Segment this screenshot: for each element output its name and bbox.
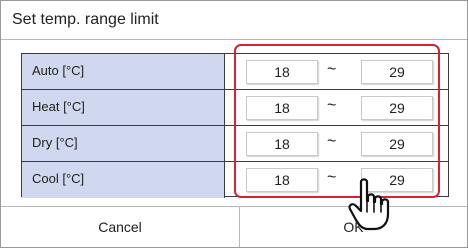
temp-range-dialog: Set temp. range limit Auto [°C] 18 ~ 29 …	[0, 0, 468, 248]
row-label-cool: Cool [°C]	[22, 162, 225, 198]
dialog-title: Set temp. range limit	[12, 11, 159, 28]
auto-min-field[interactable]: 18	[246, 60, 318, 84]
range-row-dry: Dry [°C] 18 ~ 29	[22, 126, 448, 162]
range-separator: ~	[327, 169, 337, 186]
range-separator: ~	[327, 97, 337, 114]
cool-max-field[interactable]: 29	[361, 168, 433, 192]
cancel-button[interactable]: Cancel	[1, 207, 239, 247]
row-label-heat: Heat [°C]	[22, 90, 225, 125]
dry-max-field[interactable]: 29	[361, 132, 433, 156]
range-separator: ~	[327, 61, 337, 78]
range-row-auto: Auto [°C] 18 ~ 29	[22, 54, 448, 90]
cool-min-field[interactable]: 18	[246, 168, 318, 192]
auto-max-field[interactable]: 29	[361, 60, 433, 84]
ok-button[interactable]: OK	[240, 207, 467, 247]
dry-min-field[interactable]: 18	[246, 132, 318, 156]
heat-max-field[interactable]: 29	[361, 96, 433, 120]
row-label-dry: Dry [°C]	[22, 126, 225, 161]
range-table: Auto [°C] 18 ~ 29 Heat [°C] 18 ~ 29 Dry …	[21, 53, 449, 198]
range-row-heat: Heat [°C] 18 ~ 29	[22, 90, 448, 126]
title-divider	[1, 39, 467, 40]
range-row-cool: Cool [°C] 18 ~ 29	[22, 162, 448, 198]
range-separator: ~	[327, 133, 337, 150]
row-label-auto: Auto [°C]	[22, 54, 225, 89]
heat-min-field[interactable]: 18	[246, 96, 318, 120]
